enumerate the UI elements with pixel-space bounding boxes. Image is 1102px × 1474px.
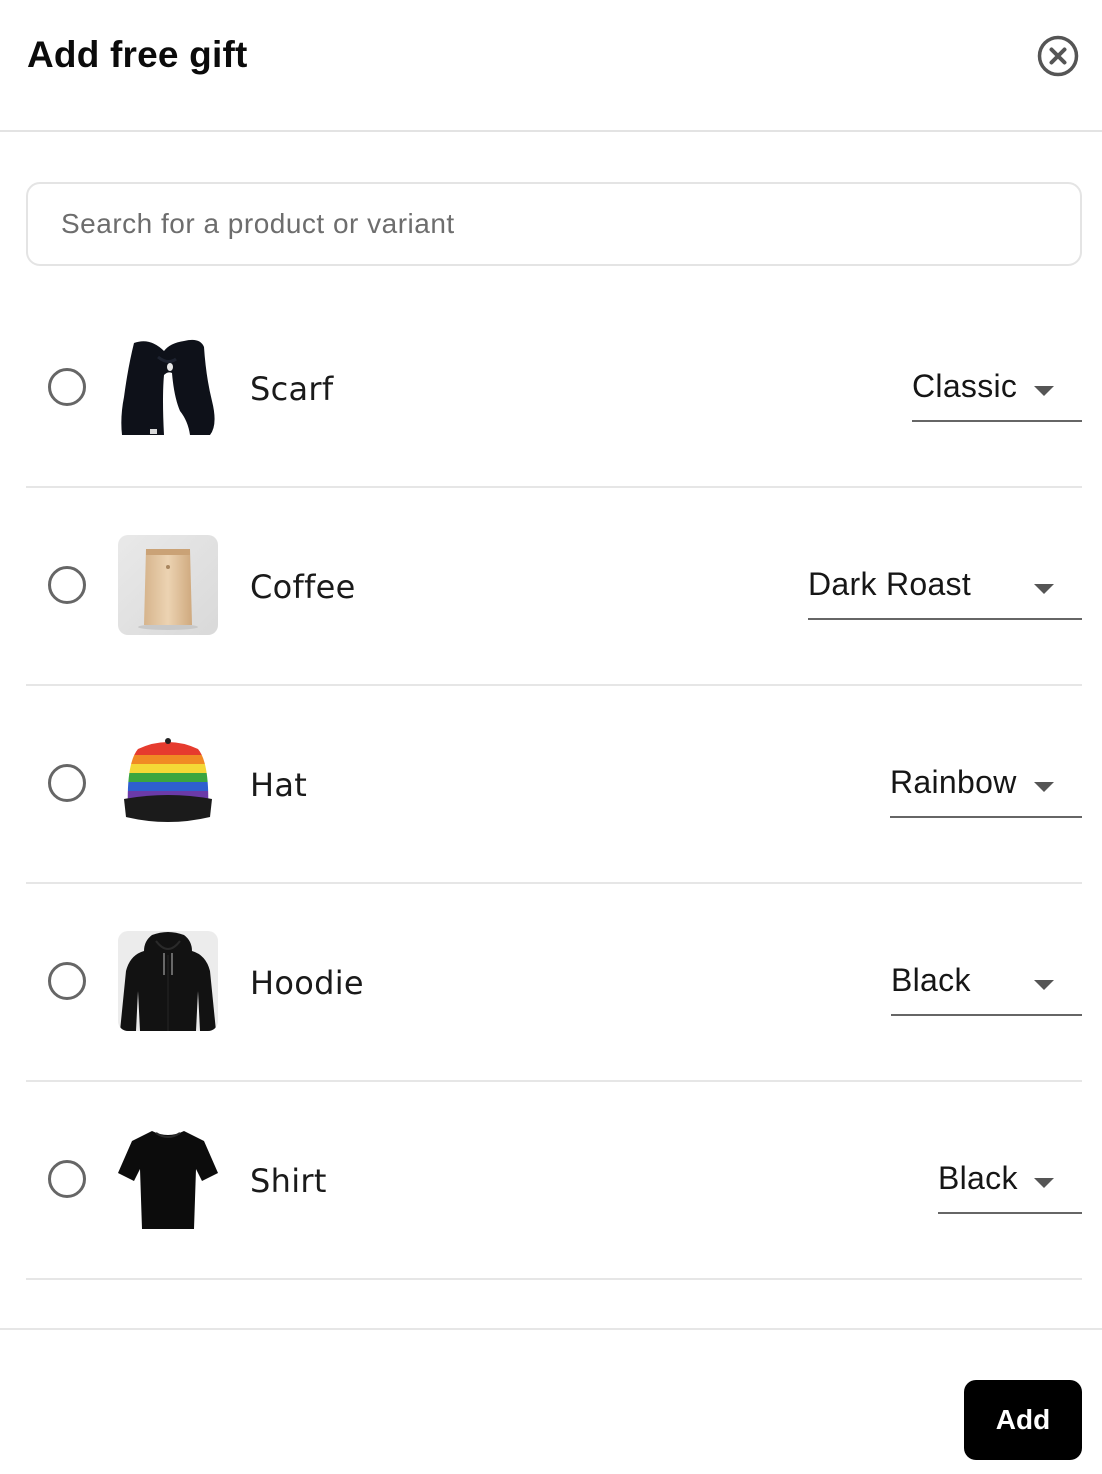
product-row-hoodie[interactable]: Hoodie Black bbox=[26, 884, 1082, 1082]
variant-select[interactable]: Classic bbox=[912, 368, 1082, 422]
chevron-down-icon bbox=[1034, 980, 1054, 990]
product-list: Scarf Classic Coffee Dark Roast Hat Rain… bbox=[26, 290, 1082, 1280]
rainbow-cap-image bbox=[118, 733, 218, 833]
product-row-hat[interactable]: Hat Rainbow bbox=[26, 686, 1082, 884]
modal-header: Add free gift bbox=[0, 0, 1102, 132]
variant-selected-value: Black bbox=[938, 1160, 1018, 1196]
variant-selected-value: Classic bbox=[912, 368, 1018, 404]
chevron-down-icon bbox=[1034, 584, 1054, 594]
variant-select[interactable]: Dark Roast bbox=[808, 566, 1082, 620]
product-row-scarf[interactable]: Scarf Classic bbox=[26, 290, 1082, 488]
scarf-image bbox=[118, 337, 218, 437]
add-button[interactable]: Add bbox=[964, 1380, 1082, 1460]
coffee-bag-image bbox=[118, 535, 218, 635]
variant-selected-value: Black bbox=[891, 962, 971, 998]
radio-button[interactable] bbox=[48, 962, 86, 1000]
product-name: Hoodie bbox=[250, 964, 364, 1002]
radio-button[interactable] bbox=[48, 764, 86, 802]
close-icon[interactable] bbox=[1036, 34, 1080, 78]
chevron-down-icon bbox=[1034, 1178, 1054, 1188]
radio-button[interactable] bbox=[48, 566, 86, 604]
chevron-down-icon bbox=[1034, 782, 1054, 792]
variant-select[interactable]: Rainbow bbox=[890, 764, 1082, 818]
radio-button[interactable] bbox=[48, 1160, 86, 1198]
product-name: Hat bbox=[250, 766, 308, 804]
variant-selected-value: Rainbow bbox=[890, 764, 1017, 800]
variant-select[interactable]: Black bbox=[938, 1160, 1082, 1214]
tshirt-image bbox=[118, 1129, 218, 1229]
modal-title: Add free gift bbox=[27, 34, 248, 75]
product-row-coffee[interactable]: Coffee Dark Roast bbox=[26, 488, 1082, 686]
product-name: Coffee bbox=[250, 568, 356, 606]
variant-selected-value: Dark Roast bbox=[808, 566, 972, 602]
radio-button[interactable] bbox=[48, 368, 86, 406]
product-row-shirt[interactable]: Shirt Black bbox=[26, 1082, 1082, 1280]
modal-footer: Add bbox=[0, 1328, 1102, 1474]
variant-select[interactable]: Black bbox=[891, 962, 1082, 1016]
search-input[interactable] bbox=[26, 182, 1082, 266]
product-name: Shirt bbox=[250, 1162, 327, 1200]
chevron-down-icon bbox=[1034, 386, 1054, 396]
hoodie-image bbox=[118, 931, 218, 1031]
product-name: Scarf bbox=[250, 370, 334, 408]
